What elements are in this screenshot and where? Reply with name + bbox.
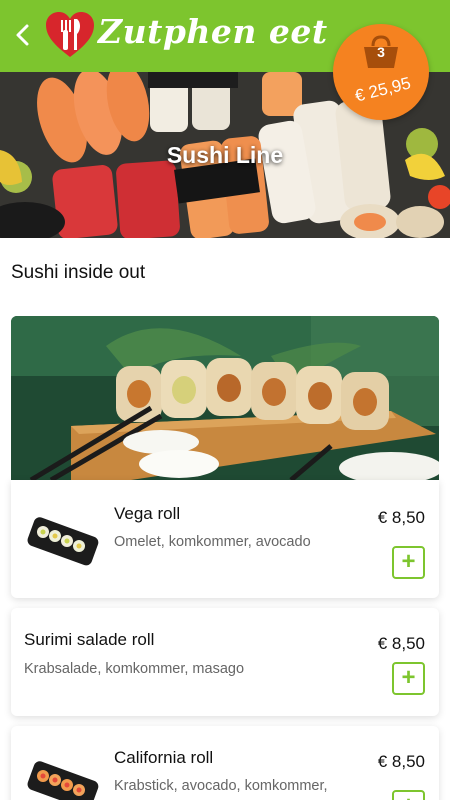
product-description: Omelet, komkommer, avocado xyxy=(114,534,311,550)
california-roll-thumbnail xyxy=(27,761,99,800)
hero-title: Sushi Line xyxy=(166,142,284,168)
add-to-cart-button[interactable]: + xyxy=(392,790,425,800)
add-to-cart-button[interactable]: + xyxy=(392,662,425,695)
product-price: € 8,50 xyxy=(377,634,425,653)
product-price: € 8,50 xyxy=(377,508,425,527)
cart-button[interactable]: 3 € 25,95 xyxy=(333,24,429,120)
section-title: Sushi inside out xyxy=(11,262,146,283)
product-name: Vega roll xyxy=(114,504,181,523)
product-item-surimi-salade-roll[interactable]: Surimi salade roll Krabsalade, komkommer… xyxy=(11,608,439,716)
product-description: Krabsalade, komkommer, masago xyxy=(24,661,245,677)
heart-cutlery-logo xyxy=(46,12,94,57)
category-image xyxy=(11,316,439,480)
cart-count: 3 xyxy=(377,44,385,60)
product-name: Surimi salade roll xyxy=(24,630,155,649)
product-price: € 8,50 xyxy=(377,752,425,771)
product-name: California roll xyxy=(114,748,214,767)
product-description: Krabstick, avocado, komkommer, xyxy=(114,778,328,794)
product-item-vega-roll[interactable]: Vega roll Omelet, komkommer, avocado € 8… xyxy=(11,480,439,598)
sushi-rolls-photo xyxy=(11,316,439,480)
chevron-left-icon[interactable] xyxy=(10,18,36,52)
brand-name: Zutphen eet xyxy=(98,12,328,51)
vega-roll-thumbnail xyxy=(27,517,99,566)
add-to-cart-button[interactable]: + xyxy=(392,546,425,579)
cart-total: € 25,95 xyxy=(353,73,413,106)
product-item-california-roll[interactable]: California roll Krabstick, avocado, komk… xyxy=(11,726,439,800)
